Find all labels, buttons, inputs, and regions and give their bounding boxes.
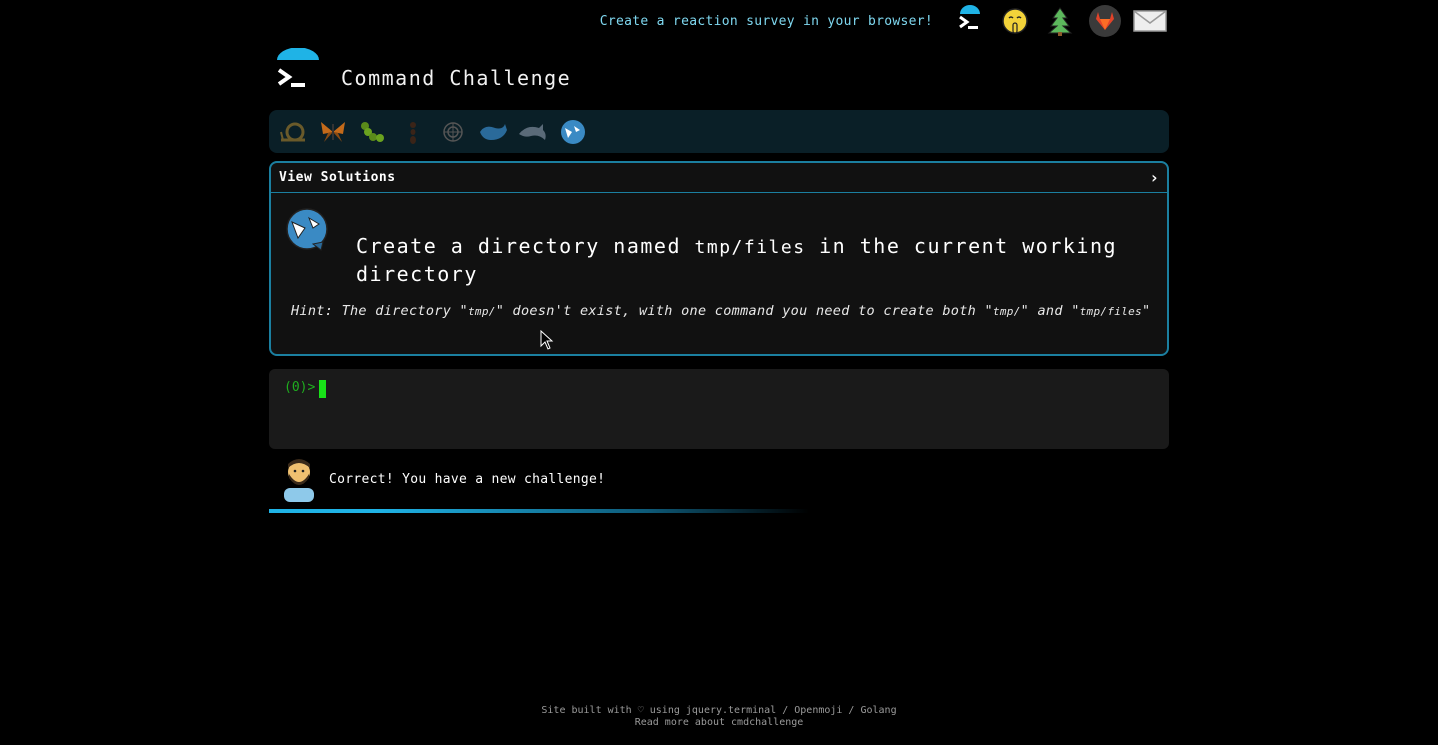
terminal-cursor[interactable] xyxy=(319,380,326,398)
footer: Site built with ♡ using jquery.terminal … xyxy=(0,705,1438,729)
bearded-man-avatar-icon xyxy=(278,456,320,502)
snail-badge-icon[interactable] xyxy=(277,116,309,148)
orca-challenge-icon xyxy=(283,206,331,254)
challenge-text-pre: Create a directory named xyxy=(356,234,695,258)
ant-badge-icon[interactable] xyxy=(397,116,429,148)
hint-text: Hint: The directory "tmp/" doesn't exist… xyxy=(291,303,1150,319)
orca-badge-icon[interactable] xyxy=(557,116,589,148)
badge-bar xyxy=(269,110,1169,153)
page-title: Command Challenge xyxy=(341,66,572,90)
tree-icon[interactable] xyxy=(1042,4,1078,38)
butterfly-badge-icon[interactable] xyxy=(317,116,349,148)
shell-badge-icon[interactable] xyxy=(437,116,469,148)
whale-badge-icon[interactable] xyxy=(477,116,509,148)
gitlab-icon[interactable] xyxy=(1087,4,1123,38)
top-bar: Create a reaction survey in your browser… xyxy=(600,4,1168,38)
challenge-box: View Solutions › Create a directory name… xyxy=(269,161,1169,356)
caterpillar-badge-icon[interactable] xyxy=(357,116,389,148)
terminal[interactable]: (0)> xyxy=(269,369,1169,449)
survey-link[interactable]: Create a reaction survey in your browser… xyxy=(600,14,933,29)
progress-bar xyxy=(269,509,809,513)
footer-read-more-link[interactable]: Read more about cmdchallenge xyxy=(0,717,1438,729)
hint-code-2: tmp/ xyxy=(992,305,1021,318)
hint-code-3: tmp/files xyxy=(1079,305,1142,318)
chevron-right-icon[interactable]: › xyxy=(1149,168,1159,187)
hint-part-4: " xyxy=(1141,303,1151,319)
hint-part-3: " and " xyxy=(1020,303,1080,319)
view-solutions-bar[interactable]: View Solutions › xyxy=(271,163,1167,193)
mail-icon[interactable] xyxy=(1132,4,1168,38)
terminal-prompt: (0)> xyxy=(284,380,316,395)
logo-terminal-icon[interactable] xyxy=(269,47,325,98)
challenge-text-code: tmp/files xyxy=(694,237,806,258)
hint-part-1: Hint: The directory " xyxy=(291,303,468,319)
footer-credits: Site built with ♡ using jquery.terminal … xyxy=(541,705,897,716)
hint-part-2: " doesn't exist, with one command you ne… xyxy=(495,303,993,319)
mouse-pointer-icon xyxy=(540,329,554,354)
dolphin-badge-icon[interactable] xyxy=(517,116,549,148)
site-header: Command Challenge xyxy=(269,47,572,98)
terminal-icon[interactable] xyxy=(952,4,988,38)
feedback-message: Correct! You have a new challenge! xyxy=(329,471,606,487)
view-solutions-label[interactable]: View Solutions xyxy=(279,170,396,185)
feedback: Correct! You have a new challenge! xyxy=(278,456,605,502)
hint-code-1: tmp/ xyxy=(467,305,496,318)
challenge-description: Create a directory named tmp/files in th… xyxy=(356,233,1126,287)
shushing-face-icon[interactable] xyxy=(997,4,1033,38)
